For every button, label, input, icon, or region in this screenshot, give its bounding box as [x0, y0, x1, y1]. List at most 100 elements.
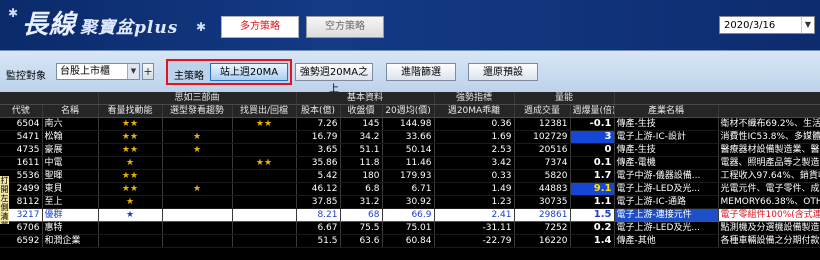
cell-desc: 各種車輛設備之分期付款 — [718, 234, 820, 248]
cell-close: 34.2 — [340, 130, 383, 144]
cell-name: 惠特 — [42, 221, 99, 235]
main-strategy-group: 主策略 站上週20MA — [166, 59, 292, 85]
cell-bias: 0.36 — [434, 117, 515, 131]
cell-s1: ★★ — [98, 117, 163, 131]
table-row[interactable]: 4735 豪展 ★★ ★ 3.65 51.1 50.14 2.53 20516 0 傳產-生技 醫療器… — [0, 143, 820, 157]
chevron-down-icon[interactable]: ▼ — [801, 17, 814, 33]
cell-s2: ★ — [162, 130, 233, 144]
group-header-strength: 強勢指標 — [434, 92, 515, 105]
cell-bias: 1.49 — [434, 182, 515, 196]
cell-burst: 1.1 — [570, 195, 615, 209]
cell-desc: 電器、照明產品等之製造 — [718, 156, 820, 170]
col-buy-pullback-header[interactable]: 找買出/回檔 — [232, 104, 297, 118]
cell-s1: ★ — [98, 156, 163, 170]
cell-s2 — [162, 234, 233, 248]
col-burst-header[interactable]: 週爆量(倍) — [570, 104, 615, 118]
cell-s3 — [232, 143, 297, 157]
cell-ma20: 6.71 — [382, 182, 435, 196]
cell-close: 145 — [340, 117, 383, 131]
cell-burst: -0.1 — [570, 117, 615, 131]
cell-cap: 35.86 — [296, 156, 341, 170]
cell-name: 豪展 — [42, 143, 99, 157]
cell-desc: 點測機及分選機設備製造 — [718, 221, 820, 235]
col-name-header[interactable]: 名稱 — [42, 104, 99, 118]
snowflake-icon: ✱ — [196, 20, 207, 34]
cell-burst: 1.7 — [570, 169, 615, 183]
cell-burst: 1.4 — [570, 234, 615, 248]
group-header-trilogy: 思如三部曲 — [98, 92, 297, 105]
table-row[interactable]: 6706 惠特 6.67 75.5 75.01 -31.11 7252 0.2 電子上游-LED… — [0, 221, 820, 235]
strategy-strong-week20ma-button[interactable]: 強勢週20MA之上 — [295, 63, 373, 95]
cell-name: 松翰 — [42, 130, 99, 144]
cell-bias: 1.69 — [434, 130, 515, 144]
col-capital-header[interactable]: 股本(億) — [296, 104, 341, 118]
col-ma20-header[interactable]: 20週均(價) — [382, 104, 435, 118]
long-strategy-button[interactable]: 多方策略 — [221, 16, 299, 38]
advanced-filter-button[interactable]: 進階篩選 — [386, 63, 456, 81]
add-button[interactable]: + — [142, 63, 154, 80]
app-logo: 長線 聚寶盆plus — [22, 4, 178, 41]
cell-vol: 12381 — [514, 117, 571, 131]
group-header-blank — [0, 92, 99, 105]
toolbar: 監控對象 台股上市櫃 ▼ + 主策略 站上週20MA 強勢週20MA之上 進階篩… — [0, 50, 820, 95]
date-picker[interactable]: 2020/3/16 ▼ — [719, 16, 815, 34]
cell-s3 — [232, 234, 297, 248]
cell-burst: 0.1 — [570, 156, 615, 170]
open-left-list-tab[interactable]: 打開左側清單 — [0, 176, 9, 224]
table-row[interactable]: 5536 聖暉 ★★ 5.42 180 179.93 0.33 5820 1.7 電子中游-儀器設… — [0, 169, 820, 183]
snowflake-icon: ✱ — [8, 6, 19, 20]
cell-vol: 30735 — [514, 195, 571, 209]
cell-close: 31.2 — [340, 195, 383, 209]
cell-burst: 1.5 — [570, 208, 615, 222]
cell-s3: ★★ — [232, 117, 297, 131]
cell-code: 4735 — [0, 143, 43, 157]
col-industry-header[interactable]: 產業名稱 — [614, 104, 719, 118]
table-row[interactable]: 1611 中電 ★ ★★ 35.86 11.8 11.46 3.42 7374 0.1 傳產-電機電… — [0, 156, 820, 170]
table-row[interactable]: 3217 優群 ★ 8.21 68 66.9 2.41 29861 1.5 電子上游-連接元件 電子… — [0, 208, 820, 222]
chevron-down-icon[interactable]: ▼ — [127, 64, 139, 79]
cell-desc: 醫療器材設備製造業、醫 — [718, 143, 820, 157]
cell-cap: 46.12 — [296, 182, 341, 196]
cell-ind: 電子上游-LED及光... — [614, 182, 719, 196]
cell-ma20: 11.46 — [382, 156, 435, 170]
stock-grid: 思如三部曲 基本資料 強勢指標 量能 代號 名稱 看量找動能 選型發看趨勢 找買出/回檔… — [0, 92, 820, 260]
cell-s1: ★★ — [98, 130, 163, 144]
col-close-header[interactable]: 收盤價 — [340, 104, 383, 118]
short-strategy-button[interactable]: 空方策略 — [306, 16, 384, 38]
cell-s2 — [162, 208, 233, 222]
cell-burst: 0.2 — [570, 221, 615, 235]
cell-s2 — [162, 195, 233, 209]
cell-close: 68 — [340, 208, 383, 222]
strategy-above-week20ma-button[interactable]: 站上週20MA — [210, 63, 288, 81]
cell-bias: 2.41 — [434, 208, 515, 222]
col-description-header[interactable] — [718, 104, 820, 118]
col-volume-momentum-header[interactable]: 看量找動能 — [98, 104, 163, 118]
cell-vol: 102729 — [514, 130, 571, 144]
cell-vol: 20516 — [514, 143, 571, 157]
watch-target-select[interactable]: 台股上市櫃 ▼ — [56, 63, 140, 80]
cell-code: 6592 — [0, 234, 43, 248]
table-row[interactable]: 6504 南六 ★★ ★★ 7.26 145 144.98 0.36 12381 -0.1 傳產-生… — [0, 117, 820, 131]
cell-close: 180 — [340, 169, 383, 183]
col-week-volume-header[interactable]: 週成交量 — [514, 104, 571, 118]
cell-code: 5471 — [0, 130, 43, 144]
cell-ma20: 66.9 — [382, 208, 435, 222]
table-row[interactable]: 6592 和潤企業 51.5 63.6 60.84 -22.79 16220 1.4 傳產-其他… — [0, 234, 820, 248]
cell-ind: 電子上游-連接元件 — [614, 208, 719, 222]
cell-vol: 44883 — [514, 182, 571, 196]
table-row[interactable]: 8112 至上 ★ 37.85 31.2 30.92 1.23 30735 1.1 電子上游-IC… — [0, 195, 820, 209]
cell-ind: 電子上游-IC-設計 — [614, 130, 719, 144]
col-code-header[interactable]: 代號 — [0, 104, 43, 118]
main-strategy-label: 主策略 — [174, 71, 204, 82]
table-row[interactable]: 2499 東貝 ★★ ★ 46.12 6.8 6.71 1.49 44883 9.1 電子上游-LE… — [0, 182, 820, 196]
cell-vol: 29861 — [514, 208, 571, 222]
reset-default-button[interactable]: 還原預設 — [468, 63, 538, 81]
app-banner: ✱ ✱ 長線 聚寶盆plus 多方策略 空方策略 2020/3/16 ▼ — [0, 0, 820, 50]
cell-ind: 電子上游-IC-通路 — [614, 195, 719, 209]
col-pattern-trend-header[interactable]: 選型發看趨勢 — [162, 104, 233, 118]
cell-cap: 8.21 — [296, 208, 341, 222]
cell-cap: 37.85 — [296, 195, 341, 209]
col-bias-header[interactable]: 週20MA乖離 — [434, 104, 515, 118]
table-row[interactable]: 5471 松翰 ★★ ★ 16.79 34.2 33.66 1.69 102729 3 電子上游-I… — [0, 130, 820, 144]
column-header-row: 代號 名稱 看量找動能 選型發看趨勢 找買出/回檔 股本(億) 收盤價 20週均(價) 週20M… — [0, 104, 820, 118]
